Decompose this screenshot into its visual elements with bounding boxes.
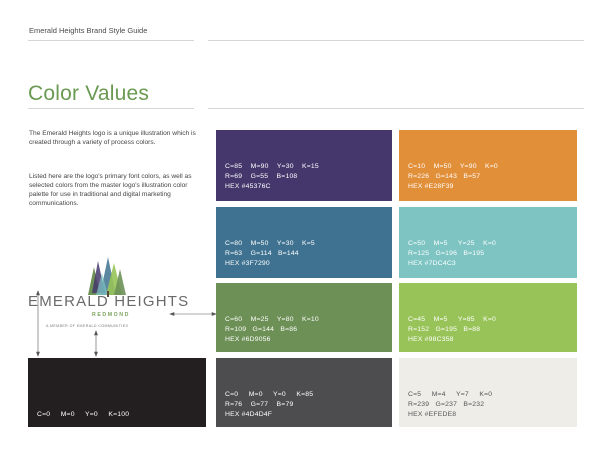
swatch-purple: C=85 M=90 Y=30 K=15 R=69 G=55 B=108 HEX #4… (216, 130, 392, 201)
swatch-rgb: R=152 G=195 B=88 (408, 326, 481, 333)
swatch-green: C=60 M=25 Y=80 K=10 R=109 G=144 B=86 HEX #… (216, 283, 392, 352)
swatch-rgb: R=226 G=143 B=57 (408, 173, 481, 180)
swatch-cream: C=5 M=4 Y=7 K=0 R=239 G=237 B=232 HEX #EFE… (399, 358, 577, 427)
swatch-cmyk: C=80 M=50 Y=30 K=5 (225, 240, 315, 247)
swatch-cmyk: C=60 M=25 Y=80 K=10 (225, 316, 319, 323)
swatch-rgb: R=63 G=114 B=144 (225, 250, 299, 257)
swatch-charcoal: C=0 M=0 Y=0 K=85 R=76 G=77 B=79 HEX #4D4D4… (216, 358, 392, 427)
swatch-orange: C=10 M=50 Y=90 K=0 R=226 G=143 B=57 HEX #E… (399, 130, 577, 201)
swatch-cmyk: C=0 M=0 Y=0 K=100 (37, 411, 130, 418)
swatch-teal: C=50 M=5 Y=25 K=0 R=125 G=196 B=195 HEX #7… (399, 207, 577, 278)
swatch-cmyk: C=10 M=50 Y=90 K=0 (408, 163, 498, 170)
swatch-rgb: R=125 G=196 B=195 (408, 250, 485, 257)
swatch-hex: HEX #45376C (225, 183, 271, 190)
swatch-hex: HEX #7DC4C3 (408, 260, 456, 267)
swatch-rgb: R=76 G=77 B=79 (225, 401, 294, 408)
swatch-hex: HEX #E28F39 (408, 183, 454, 190)
swatch-rgb: R=239 G=237 B=232 (408, 401, 485, 408)
swatch-cmyk: C=85 M=90 Y=30 K=15 (225, 163, 319, 170)
swatch-hex: HEX #EFEDE8 (408, 411, 457, 418)
swatch-cmyk: C=0 M=0 Y=0 K=85 (225, 391, 314, 398)
swatch-black: C=0 M=0 Y=0 K=100 (28, 358, 206, 427)
swatch-cmyk: C=45 M=5 Y=85 K=0 (408, 316, 497, 323)
swatch-cmyk: C=50 M=5 Y=25 K=0 (408, 240, 497, 247)
swatch-hex: HEX #3F7290 (225, 260, 270, 267)
swatch-cmyk: C=5 M=4 Y=7 K=0 (408, 391, 493, 398)
swatch-lime: C=45 M=5 Y=85 K=0 R=152 G=195 B=88 HEX #98… (399, 283, 577, 352)
swatch-hex: HEX #6D9056 (225, 336, 271, 343)
swatch-hex: HEX #4D4D4F (225, 411, 273, 418)
swatch-blue: C=80 M=50 Y=30 K=5 R=63 G=114 B=144 HEX #3… (216, 207, 392, 278)
swatch-hex: HEX #98C358 (408, 336, 454, 343)
swatch-rgb: R=109 G=144 B=86 (225, 326, 298, 333)
swatch-rgb: R=69 G=55 B=108 (225, 173, 298, 180)
